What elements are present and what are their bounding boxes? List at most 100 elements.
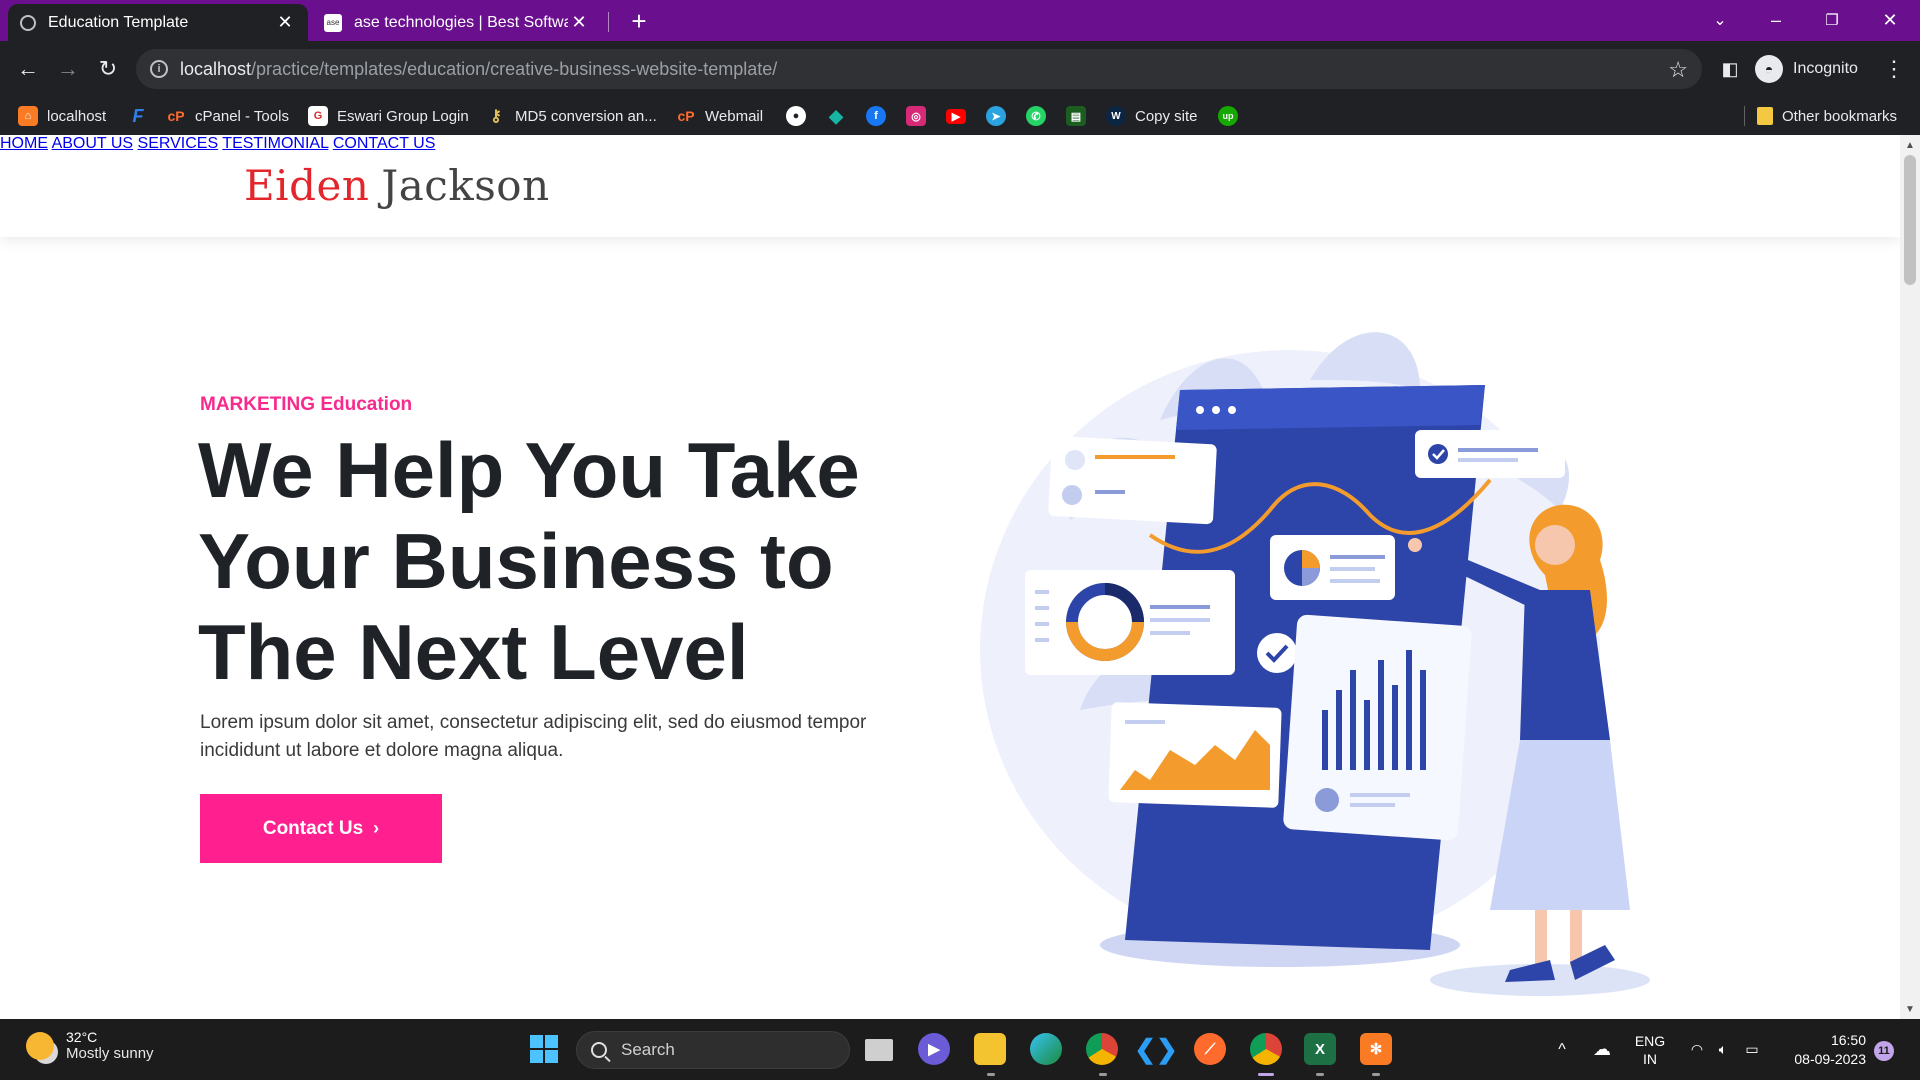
scroll-up-arrow-icon[interactable]: ▲ [1900,137,1920,153]
new-tab-button[interactable]: + [624,6,654,36]
clock[interactable]: 16:50 08-09-2023 [1780,1031,1866,1069]
running-indicator [1099,1073,1107,1076]
bookmark-webmail[interactable]: cP Webmail [676,104,763,128]
running-indicator [987,1073,995,1076]
card-bar-chart [1283,614,1472,841]
bookmarks-divider [1744,106,1745,126]
language-indicator[interactable]: ENG IN [1628,1019,1672,1080]
bookmark-cpanel-tools[interactable]: cP cPanel - Tools [166,104,289,128]
forward-arrow-icon[interactable]: → [50,51,86,87]
windows-start-icon[interactable] [528,1033,560,1065]
cpanel-icon: cP [167,108,185,124]
bookmark-instagram[interactable]: ◎ [906,104,926,128]
reload-icon[interactable]: ↻ [90,51,126,87]
close-window-icon[interactable]: ✕ [1862,0,1918,40]
hero-eyebrow: MARKETING Education [200,394,413,415]
window-dot [1196,406,1204,414]
bookmark-youtube[interactable]: ▶ [946,104,966,128]
other-bookmarks[interactable]: Other bookmarks [1757,104,1897,128]
site-info-icon[interactable]: i [150,60,168,78]
bookmark-telegram[interactable]: ➤ [986,104,1006,128]
browser-toolbar: ← → ↻ i localhost/practice/templates/edu… [0,41,1920,97]
diamond-icon: ◆ [829,105,843,126]
xampp-icon: ⌂ [18,106,38,126]
w-icon: W [1106,106,1126,126]
bookmark-f[interactable]: F [128,104,148,128]
edge-browser-icon[interactable] [1030,1033,1062,1065]
bookmarks-bar: ⌂ localhost F cP cPanel - Tools G Eswari Gr… [0,97,1920,135]
notification-badge[interactable]: 11 [1874,1041,1894,1061]
search-icon [591,1042,607,1058]
running-indicator [1316,1073,1324,1076]
show-hidden-icons-chevron-icon[interactable]: ^ [1548,1019,1576,1080]
onedrive-cloud-icon[interactable]: ☁ [1586,1019,1618,1080]
vscode-icon[interactable]: ❮❯ [1134,1033,1178,1065]
bookmark-diamond[interactable]: ◆ [826,104,846,128]
telegram-icon: ➤ [986,106,1006,126]
tab-ase-technologies[interactable]: ase ase technologies | Best Software ✕ [312,4,602,41]
battery-icon[interactable]: ▭ [1740,1019,1764,1080]
url-text: localhost/practice/templates/education/c… [180,58,778,79]
menu-kebab-icon[interactable]: ⋮ [1876,51,1912,87]
bookmark-github[interactable]: ● [786,104,806,128]
whatsapp-icon: ✆ [1026,106,1046,126]
bookmark-md5[interactable]: ⚷ MD5 conversion an... [486,104,657,128]
tab-search-chevron-icon[interactable]: ⌄ [1692,0,1748,40]
bookmark-eswari-group[interactable]: G Eswari Group Login [308,104,469,128]
restore-icon[interactable]: ❐ [1804,0,1860,40]
bookmark-book[interactable]: ▤ [1066,104,1086,128]
ase-favicon-icon: ase [324,13,342,32]
page-scrollbar[interactable]: ▲ ▼ [1900,135,1920,1019]
bookmark-copy-site[interactable]: W Copy site [1106,104,1198,128]
tab-education-template[interactable]: Education Template ✕ [8,4,308,41]
back-arrow-icon[interactable]: ← [10,51,46,87]
logo-last-name: Jackson [381,161,550,210]
close-tab-icon[interactable]: ✕ [274,12,296,34]
incognito-profile[interactable]: ◓ Incognito [1755,49,1858,89]
bookmark-whatsapp[interactable]: ✆ [1026,104,1046,128]
postman-icon[interactable]: ⟋ [1194,1033,1226,1065]
scroll-down-arrow-icon[interactable]: ▼ [1900,1001,1920,1017]
bookmark-star-icon[interactable]: ☆ [1668,57,1688,83]
site-logo[interactable]: Eiden Jackson [244,161,550,210]
contact-us-button[interactable]: Contact Us › [200,794,442,863]
check-circle-icon [1257,633,1297,673]
hero-illustration [980,332,1650,996]
volume-icon[interactable]: 🔈︎ [1712,1019,1734,1080]
minimize-icon[interactable]: – [1748,0,1804,40]
wifi-icon[interactable]: ◠ [1686,1019,1708,1080]
hero-headline: We Help You Take Your Business to The Ne… [198,426,860,696]
chrome-icon[interactable] [1086,1033,1118,1065]
taskbar-search[interactable]: Search [576,1031,850,1069]
address-bar[interactable]: i localhost/practice/templates/education… [136,49,1702,89]
f-icon: F [132,105,144,126]
bookmark-localhost[interactable]: ⌂ localhost [18,104,106,128]
excel-icon[interactable]: X [1304,1033,1336,1065]
task-view-icon[interactable] [865,1039,893,1061]
xampp-icon[interactable]: ✻ [1360,1033,1392,1065]
close-tab-icon[interactable]: ✕ [568,12,590,34]
logo-first-name: Eiden [244,161,370,210]
scrollbar-thumb[interactable] [1904,155,1916,285]
nav-services[interactable]: SERVICES [138,135,219,152]
card-donut [1025,570,1235,675]
eswari-icon: G [308,106,328,126]
weather-widget[interactable]: 32°C Mostly sunny [26,1029,154,1062]
sun-cloud-icon [26,1031,54,1060]
github-icon: ● [786,106,806,126]
side-panel-icon[interactable]: ◧ [1712,51,1748,87]
nav-home[interactable]: HOME [0,135,48,152]
tab-strip: Education Template ✕ ase ase technologie… [0,0,1920,41]
nav-about-us[interactable]: ABOUT US [52,135,134,152]
globe-icon [20,14,36,31]
teams-chat-icon[interactable]: ▶ [918,1033,950,1065]
folder-icon [1757,107,1773,125]
cta-label: Contact Us [262,817,364,839]
temperature: 32°C [66,1029,98,1045]
file-explorer-icon[interactable] [974,1033,1006,1065]
nav-testimonial[interactable]: TESTIMONIAL [222,135,328,152]
chrome-incognito-icon[interactable] [1250,1033,1282,1065]
nav-contact-us[interactable]: CONTACT US [333,135,436,152]
bookmark-facebook[interactable]: f [866,104,886,128]
bookmark-upwork[interactable]: up [1218,104,1238,128]
